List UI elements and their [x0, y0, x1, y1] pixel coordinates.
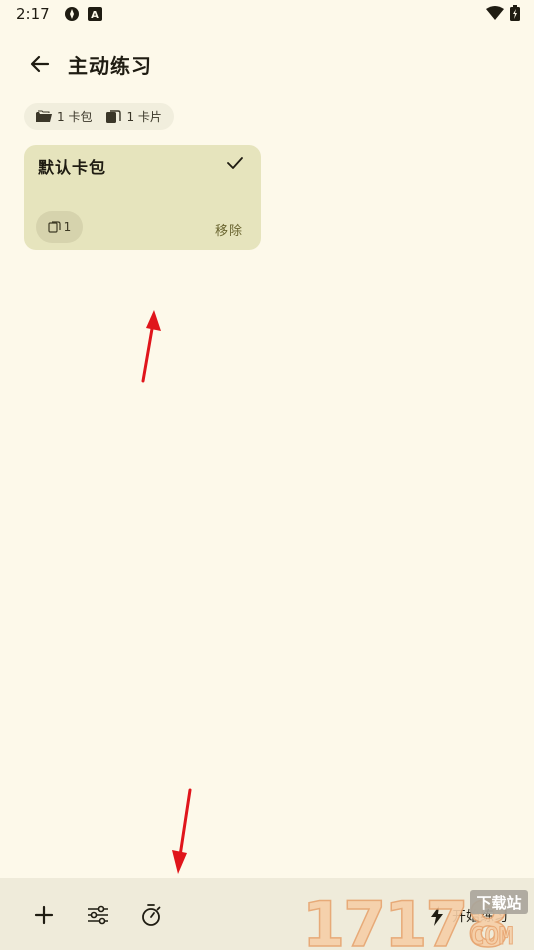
deck-name: 默认卡包: [38, 158, 107, 177]
add-button[interactable]: [29, 900, 59, 930]
cards-icon: [106, 110, 122, 123]
arrow-back-icon: [30, 55, 50, 73]
card-count-value: 1: [63, 220, 72, 234]
card-count-summary: 1 卡片: [106, 108, 162, 125]
deck-card[interactable]: 默认卡包 1 移除: [24, 145, 261, 250]
annotation-arrow-down: [172, 788, 192, 874]
page-title: 主动练习: [68, 53, 152, 78]
back-button[interactable]: [16, 40, 64, 88]
deck-count-text: 1 卡包: [57, 110, 93, 124]
start-practice-button[interactable]: 开始练习: [430, 898, 508, 934]
plus-icon: [34, 905, 54, 925]
filter-settings-button[interactable]: [83, 900, 113, 930]
status-time: 2:17: [16, 5, 50, 23]
a-badge-icon: A: [87, 7, 102, 21]
check-icon[interactable]: [227, 155, 243, 174]
folder-icon: [36, 110, 52, 122]
tune-icon: [88, 905, 108, 925]
app-bar: 主动练习: [0, 40, 534, 88]
timer-button[interactable]: [136, 900, 166, 930]
annotation-arrow-up: [141, 310, 161, 383]
svg-text:A: A: [91, 10, 99, 21]
bolt-icon: [431, 906, 443, 926]
wifi-icon: [486, 6, 504, 24]
battery-icon: [510, 5, 520, 25]
start-practice-label: 开始练习: [452, 909, 508, 925]
remove-deck-button[interactable]: 移除: [215, 220, 243, 239]
bottom-bar: 开始练习: [0, 878, 534, 950]
card-count-text: 1 卡片: [126, 110, 162, 124]
card-outline-icon: [48, 221, 61, 233]
summary-chip: 1 卡包 1 卡片: [24, 103, 174, 130]
card-count-chip: 1: [36, 211, 83, 243]
vpn-app-icon: [64, 6, 80, 22]
status-bar: 2:17 A: [0, 0, 534, 28]
deck-count-summary: 1 卡包: [36, 108, 92, 125]
timer-icon: [142, 904, 161, 926]
